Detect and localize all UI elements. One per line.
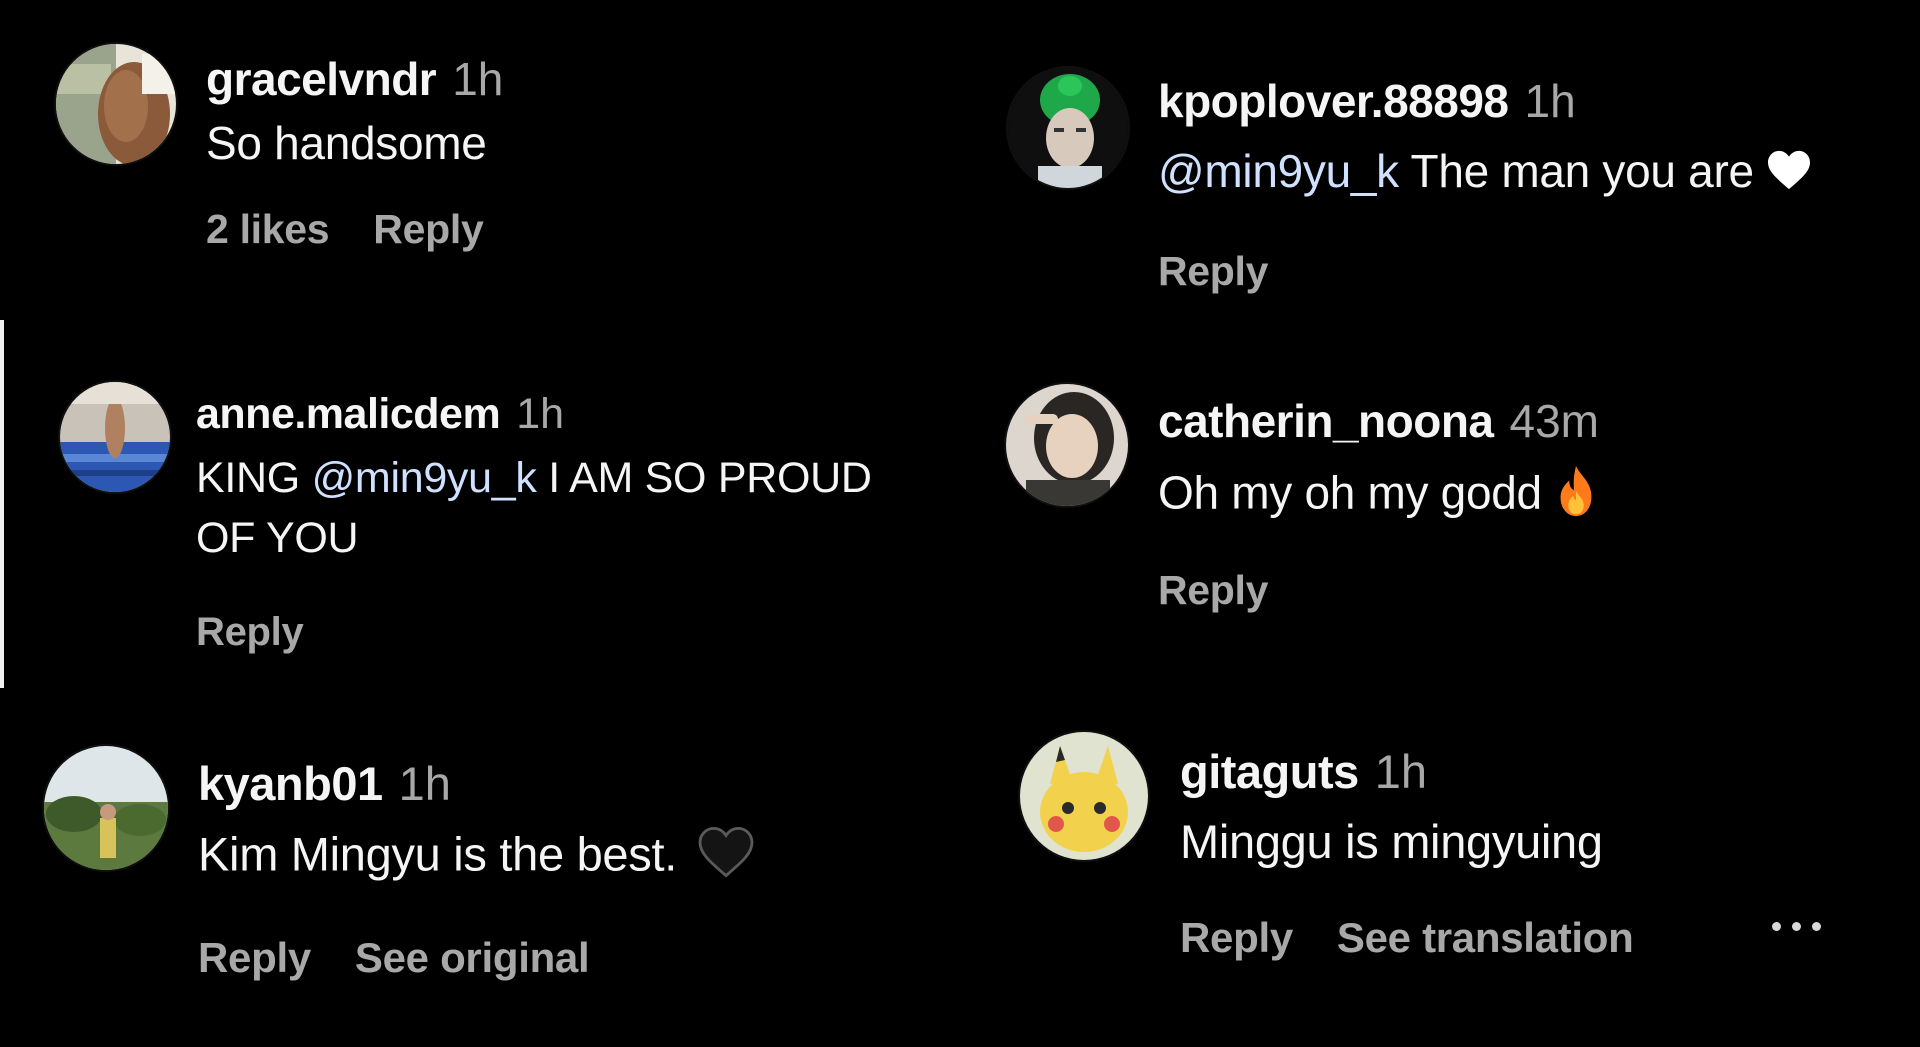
- likes-count[interactable]: 2 likes: [206, 206, 330, 253]
- username[interactable]: catherin_noona: [1158, 394, 1494, 448]
- comments-panel: gracelvndr 1h So handsome 2 likes Reply: [0, 0, 1920, 1047]
- username[interactable]: kyanb01: [198, 756, 383, 811]
- dot: [1812, 922, 1821, 931]
- avatar-kpoplover[interactable]: [1008, 68, 1128, 188]
- timestamp: 1h: [1524, 75, 1576, 127]
- username[interactable]: gitaguts: [1180, 744, 1359, 799]
- comment-text-body: Kim Mingyu is the best.: [198, 827, 677, 881]
- comment-text-line2: OF YOU: [196, 514, 359, 562]
- comment-text: Kim Mingyu is the best.: [198, 826, 755, 890]
- mention-link[interactable]: @min9yu_k: [312, 454, 537, 502]
- white-heart-icon: [1766, 148, 1812, 202]
- reply-button[interactable]: Reply: [198, 934, 311, 982]
- see-translation-button[interactable]: See translation: [1337, 914, 1634, 962]
- mention-link[interactable]: @min9yu_k: [1158, 145, 1399, 197]
- reply-button[interactable]: Reply: [1158, 248, 1268, 295]
- username[interactable]: gracelvndr: [206, 52, 437, 106]
- avatar-anne-malicdem[interactable]: [60, 382, 170, 492]
- dot: [1772, 922, 1781, 931]
- avatar-image: [1006, 384, 1128, 506]
- comment-text: KING @min9yu_k I AM SO PROUD: [196, 448, 872, 508]
- comment-text-body: The man you are: [1398, 145, 1755, 197]
- reply-button[interactable]: Reply: [1180, 914, 1293, 962]
- comment-text-body: Oh my oh my godd: [1158, 466, 1542, 519]
- avatar-kyanb01[interactable]: [44, 746, 168, 870]
- avatar-gitaguts[interactable]: [1020, 732, 1148, 860]
- username[interactable]: anne.malicdem: [196, 390, 501, 439]
- fire-icon: [1554, 464, 1598, 529]
- comment-text: Minggu is mingyuing: [1180, 815, 1603, 868]
- avatar-catherin-noona[interactable]: [1006, 384, 1128, 506]
- timestamp: 1h: [452, 53, 504, 105]
- timestamp: 1h: [398, 757, 451, 810]
- comment-text-after: I AM SO PROUD: [536, 454, 872, 502]
- comment-text: Oh my oh my godd: [1158, 464, 1599, 529]
- reply-button[interactable]: Reply: [373, 206, 483, 253]
- timestamp: 1h: [1374, 745, 1428, 798]
- avatar-image: [1008, 68, 1128, 188]
- avatar-gracelvndr[interactable]: [56, 44, 176, 164]
- avatar-image: [60, 382, 170, 492]
- comment-text-before: KING: [196, 454, 312, 502]
- username[interactable]: kpoplover.88898: [1158, 74, 1509, 128]
- black-heart-icon: [697, 826, 755, 890]
- reply-button[interactable]: Reply: [1158, 567, 1268, 614]
- more-options-icon[interactable]: [1772, 922, 1821, 931]
- see-original-button[interactable]: See original: [355, 934, 590, 982]
- reply-button[interactable]: Reply: [196, 610, 304, 655]
- comment-text: @min9yu_k The man you are: [1158, 144, 1812, 202]
- avatar-image: [44, 746, 168, 870]
- timestamp: 1h: [516, 390, 565, 438]
- avatar-image: [1020, 732, 1148, 860]
- timestamp: 43m: [1509, 395, 1599, 447]
- thread-indicator: [0, 320, 4, 688]
- dot: [1792, 922, 1801, 931]
- comment-text: So handsome: [206, 117, 487, 169]
- avatar-image: [56, 44, 176, 164]
